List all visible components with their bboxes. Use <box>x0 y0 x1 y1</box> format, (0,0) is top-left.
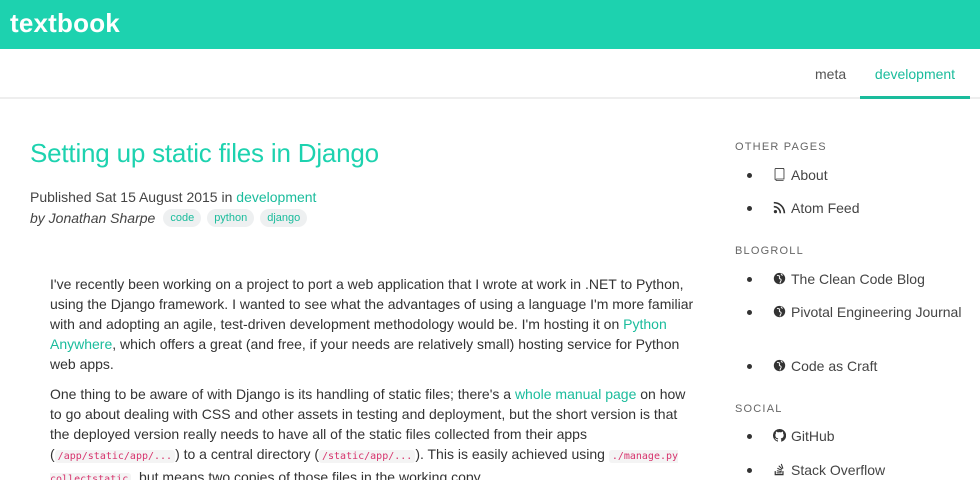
about-link[interactable]: About <box>773 165 973 185</box>
book-icon <box>773 168 786 181</box>
rss-icon <box>773 201 786 214</box>
author: by Jonathan Sharpe <box>30 210 156 226</box>
inline-code: /app/static/app/... <box>54 450 176 463</box>
paragraph-text: , which offers a great (and free, if you… <box>50 336 680 372</box>
post-content: I've recently been working on a project … <box>50 274 700 480</box>
pivotal-engineering-link[interactable]: Pivotal Engineering Journal <box>773 302 973 322</box>
post-category-link[interactable]: development <box>236 189 316 205</box>
code-as-craft-label: Code as Craft <box>791 358 878 374</box>
stack-overflow-label: Stack Overflow <box>791 462 886 478</box>
bullet <box>747 364 752 369</box>
bullet <box>747 468 752 473</box>
published-date: Published Sat 15 August 2015 in <box>30 189 233 205</box>
atom-feed-link[interactable]: Atom Feed <box>773 198 973 218</box>
clean-code-blog-link[interactable]: The Clean Code Blog <box>773 269 973 289</box>
paragraph: I've recently been working on a project … <box>50 274 700 374</box>
published-line: Published Sat 15 August 2015 in developm… <box>30 189 316 205</box>
stack-overflow-icon <box>773 463 786 476</box>
clean-code-blog-label: The Clean Code Blog <box>791 271 925 287</box>
globe-icon <box>773 359 786 372</box>
tag-python[interactable]: python <box>207 209 255 227</box>
site-brand-link[interactable]: textbook <box>10 8 120 39</box>
manual-page-link[interactable]: whole manual page <box>515 386 636 402</box>
atom-feed-label: Atom Feed <box>791 200 860 216</box>
inline-code: /static/app/... <box>319 450 416 463</box>
bullet <box>747 173 752 178</box>
stack-overflow-link[interactable]: Stack Overflow <box>773 460 973 480</box>
nav-item-development[interactable]: development <box>860 49 970 99</box>
paragraph-text: , but means two copies of those files in… <box>131 469 484 480</box>
github-label: GitHub <box>791 428 835 444</box>
paragraph-text: I've recently been working on a project … <box>50 276 694 332</box>
bullet <box>747 434 752 439</box>
bullet <box>747 206 752 211</box>
bullet <box>747 310 752 315</box>
post-title[interactable]: Setting up static files in Django <box>30 138 379 169</box>
social-heading: SOCIAL <box>735 403 783 415</box>
nav-item-meta[interactable]: meta <box>815 49 846 99</box>
bullet <box>747 277 752 282</box>
tag-django[interactable]: django <box>260 209 308 227</box>
blogroll-heading: BLOGROLL <box>735 245 804 257</box>
byline: by Jonathan Sharpe code python django <box>30 208 308 228</box>
code-as-craft-link[interactable]: Code as Craft <box>773 356 973 376</box>
github-link[interactable]: GitHub <box>773 426 973 446</box>
github-icon <box>773 429 786 442</box>
site-header: textbook <box>0 0 980 49</box>
paragraph: One thing to be aware of with Django is … <box>50 384 700 480</box>
globe-icon <box>773 305 786 318</box>
globe-icon <box>773 272 786 285</box>
paragraph-text: One thing to be aware of with Django is … <box>50 386 512 402</box>
pivotal-engineering-label: Pivotal Engineering Journal <box>791 304 962 320</box>
about-label: About <box>791 167 828 183</box>
category-nav: meta development <box>0 49 980 99</box>
other-pages-heading: OTHER PAGES <box>735 141 827 153</box>
tag-code[interactable]: code <box>163 209 202 227</box>
paragraph-text: ) to a central directory ( <box>175 446 319 462</box>
paragraph-text: ). This is easily achieved using <box>415 446 605 462</box>
